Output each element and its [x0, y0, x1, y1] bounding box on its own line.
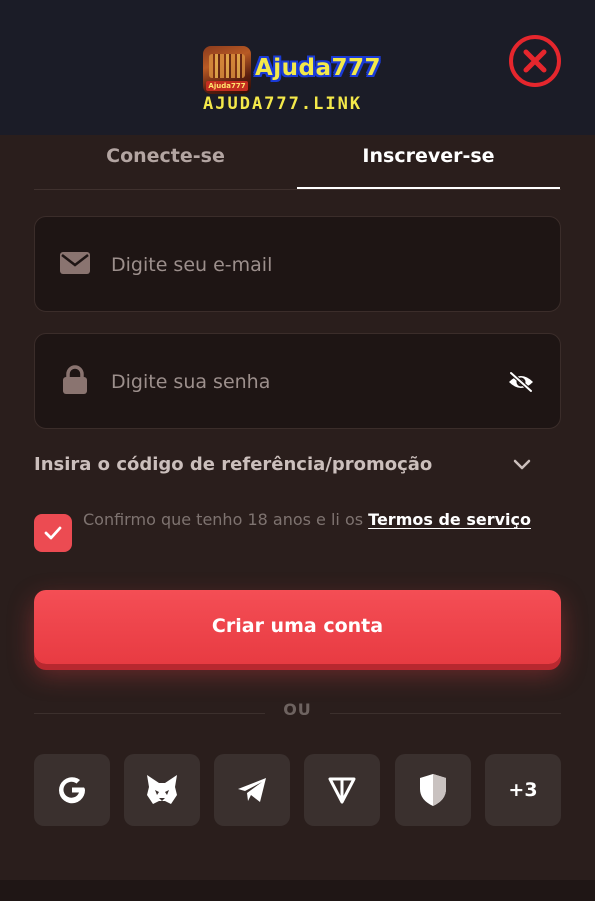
telegram-login-button[interactable] [214, 754, 290, 826]
ton-icon [328, 777, 356, 804]
divider-right [330, 713, 561, 714]
email-field[interactable] [34, 216, 561, 312]
footer-strip [0, 880, 595, 901]
email-input[interactable] [109, 247, 493, 283]
tab-login[interactable]: Conecte-se [34, 135, 297, 189]
promo-code-toggle[interactable]: Insira o código de referência/promoção [34, 448, 544, 484]
eye-off-icon[interactable] [507, 371, 535, 393]
terms-prefix: Confirmo que tenho 18 anos e li os [83, 510, 369, 529]
google-login-button[interactable] [34, 754, 110, 826]
chevron-down-icon [513, 459, 531, 470]
shield-icon [420, 774, 446, 806]
divider-left [34, 713, 265, 714]
ton-login-button[interactable] [304, 754, 380, 826]
close-circle-icon [509, 35, 561, 87]
more-login-options-button[interactable]: +3 [485, 754, 561, 826]
header: Ajuda777 Ajuda777 AJUDA777.LINK [0, 0, 595, 135]
checkmark-icon [44, 526, 62, 540]
promo-code-label: Insira o código de referência/promoção [34, 454, 433, 475]
terms-text: Confirmo que tenho 18 anos e li os Termo… [83, 505, 553, 535]
metamask-icon [147, 775, 177, 804]
password-input[interactable] [109, 364, 493, 400]
tab-signup[interactable]: Inscrever-se [297, 135, 560, 189]
lock-icon [63, 365, 87, 394]
create-account-button[interactable]: Criar uma conta [34, 590, 561, 664]
auth-tabs: Conecte-se Inscrever-se [34, 135, 561, 190]
divider-text: OU [283, 700, 312, 719]
logo-tag: Ajuda777 [206, 81, 248, 91]
brand-name: Ajuda777 [255, 55, 382, 81]
shield-login-button[interactable] [395, 754, 471, 826]
more-options-count: +3 [508, 779, 538, 801]
ajuda777-app-icon: Ajuda777 [203, 46, 251, 94]
close-button[interactable] [508, 34, 562, 88]
google-icon [59, 777, 86, 804]
telegram-icon [238, 778, 266, 802]
brand-link: AJUDA777.LINK [203, 94, 363, 114]
mail-icon [60, 252, 90, 274]
password-field[interactable] [34, 333, 561, 429]
brand-logo[interactable]: Ajuda777 Ajuda777 AJUDA777.LINK [203, 46, 403, 116]
logo-artwork [209, 54, 245, 78]
terms-checkbox[interactable] [34, 514, 72, 552]
metamask-login-button[interactable] [124, 754, 200, 826]
terms-of-service-link[interactable]: Termos de serviço [368, 510, 531, 529]
